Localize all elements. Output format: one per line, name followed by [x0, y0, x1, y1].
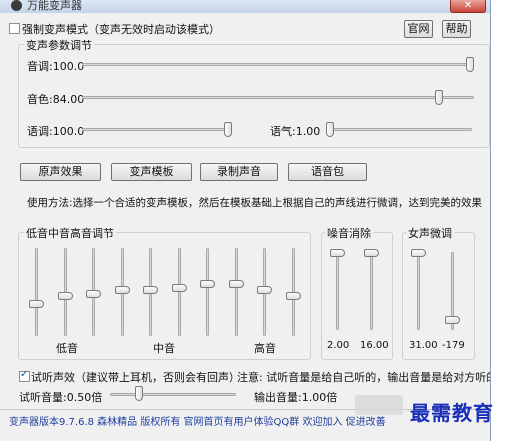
monitor-label: 试听声效（建议带上耳机，否则会有回声） — [31, 371, 240, 384]
timbre-label: 音色 — [27, 93, 49, 106]
timbre-value: 84.00 — [52, 93, 85, 106]
speed-value: 100.0 — [52, 125, 85, 138]
status-text: 变声器版本9.7.6.8 森林精品 版权所有 官网首页有用户体验QQ群 欢迎加入… — [9, 417, 386, 428]
female-title: 女声微调 — [406, 225, 454, 241]
noise-slider-2-thumb[interactable] — [364, 249, 379, 257]
noise-slider-2-track[interactable] — [370, 252, 373, 330]
help-button[interactable]: 帮助 — [442, 20, 471, 38]
female-value-1: 31.00 — [409, 340, 438, 351]
app-window: 万能变声器 ✕ 强制变声模式（变声无效时启动该模式） 官网 帮助 变声参数调节 … — [0, 0, 491, 441]
eq-band-6-track[interactable] — [178, 248, 181, 336]
female-slider-1-thumb[interactable] — [411, 249, 426, 257]
voice-pack-button[interactable]: 语音包 — [288, 163, 367, 181]
eq-mid-label: 中音 — [153, 342, 175, 355]
record-voice-button[interactable]: 录制声音 — [200, 163, 278, 181]
listen-volume-value: 0.50倍 — [66, 391, 103, 404]
monitor-checkbox[interactable] — [19, 369, 30, 382]
pitch-slider-thumb[interactable] — [466, 57, 474, 72]
tone-slider-track[interactable] — [326, 128, 472, 131]
female-value-2: -179 — [442, 340, 465, 351]
eq-band-8-track[interactable] — [235, 248, 238, 336]
speed-row: 语调:100.0 — [27, 125, 85, 138]
noise-slider-1-track[interactable] — [336, 252, 339, 330]
output-volume-label: 输出音量 — [254, 391, 298, 404]
eq-low-label: 低音 — [56, 342, 78, 355]
usage-text: 使用方法:选择一个合适的变声模板，然后在模板基础上根据自己的声线进行微调，达到完… — [27, 197, 483, 209]
force-mode-checkbox[interactable] — [9, 23, 20, 34]
eq-band-3-thumb[interactable] — [86, 290, 101, 298]
noise-title: 噪音消除 — [325, 225, 373, 241]
eq-band-1-thumb[interactable] — [29, 300, 44, 308]
female-slider-1-track[interactable] — [417, 252, 420, 330]
tone-row: 语气:1.00 — [270, 125, 321, 138]
voice-params-title: 变声参数调节 — [24, 37, 94, 53]
close-button[interactable]: ✕ — [450, 0, 486, 13]
eq-band-7-thumb[interactable] — [200, 280, 215, 288]
listen-volume: 试听音量:0.50倍 — [19, 391, 103, 404]
listen-volume-track[interactable] — [110, 393, 236, 396]
tone-slider-thumb[interactable] — [326, 122, 334, 137]
eq-band-10-thumb[interactable] — [286, 292, 301, 300]
timbre-row: 音色:84.00 — [27, 93, 85, 106]
pitch-row: 音调:100.0 — [27, 60, 85, 73]
eq-title: 低音中音高音调节 — [24, 225, 116, 241]
tone-value: 1.00 — [295, 125, 321, 138]
watermark-text: 最需教育 — [410, 401, 494, 425]
listen-volume-thumb[interactable] — [135, 386, 143, 401]
title-bar[interactable]: 万能变声器 ✕ — [0, 0, 490, 13]
female-slider-2-thumb[interactable] — [445, 316, 460, 324]
output-volume-value: 1.00倍 — [301, 391, 338, 404]
monitor-note: 注意: 试听音量是给自己听的，输出音量是给对方听的 — [237, 371, 491, 384]
eq-high-label: 高音 — [254, 342, 276, 355]
force-mode-label: 强制变声模式（变声无效时启动该模式） — [22, 23, 220, 36]
speed-slider-thumb[interactable] — [224, 122, 232, 137]
speed-slider-track[interactable] — [82, 128, 232, 131]
tone-label: 语气 — [270, 125, 292, 138]
noise-value-1: 2.00 — [327, 340, 350, 351]
eq-band-6-thumb[interactable] — [172, 284, 187, 292]
app-logo-icon — [11, 0, 22, 11]
original-voice-button[interactable]: 原声效果 — [20, 163, 101, 181]
official-site-button[interactable]: 官网 — [404, 20, 433, 38]
eq-band-5-thumb[interactable] — [143, 286, 158, 294]
eq-band-1-track[interactable] — [35, 248, 38, 336]
speed-label: 语调 — [27, 125, 49, 138]
pitch-slider-track[interactable] — [82, 63, 474, 66]
pitch-value: 100.0 — [52, 60, 85, 73]
pitch-label: 音调 — [27, 60, 49, 73]
window-title: 万能变声器 — [27, 0, 82, 12]
listen-volume-label: 试听音量 — [19, 391, 63, 404]
eq-band-4-thumb[interactable] — [115, 286, 130, 294]
eq-band-2-thumb[interactable] — [58, 292, 73, 300]
timbre-slider-thumb[interactable] — [435, 90, 443, 105]
blurred-overlay — [355, 395, 403, 415]
noise-slider-1-thumb[interactable] — [330, 249, 345, 257]
timbre-slider-track[interactable] — [82, 96, 474, 99]
voice-template-button[interactable]: 变声模板 — [111, 163, 192, 181]
eq-band-8-thumb[interactable] — [229, 280, 244, 288]
output-volume: 输出音量:1.00倍 — [254, 391, 338, 404]
eq-band-9-thumb[interactable] — [257, 286, 272, 294]
noise-value-2: 16.00 — [360, 340, 389, 351]
eq-band-7-track[interactable] — [206, 248, 209, 336]
